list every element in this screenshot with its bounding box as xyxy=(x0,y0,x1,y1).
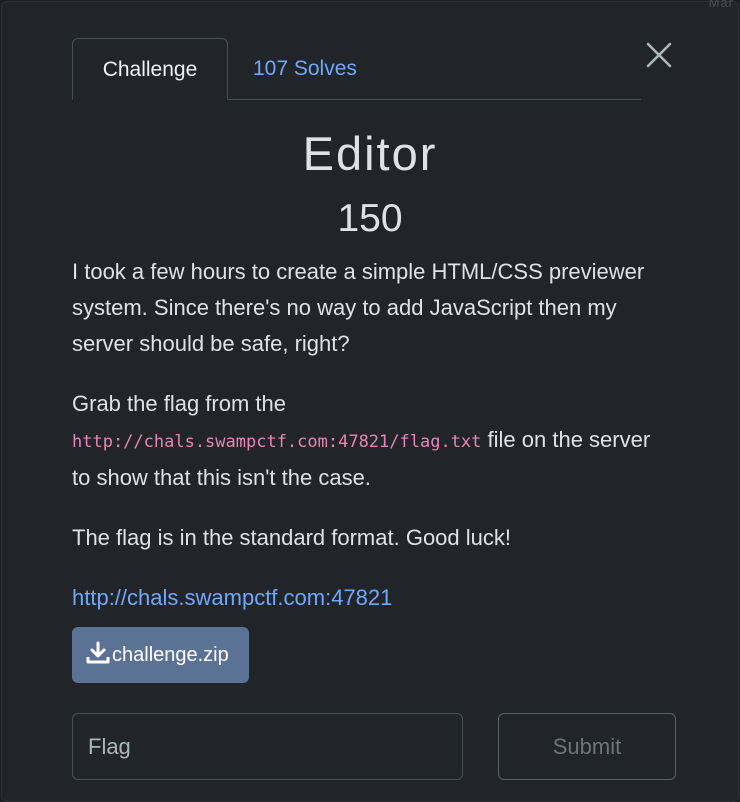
challenge-description: I took a few hours to create a simple HT… xyxy=(72,254,672,640)
challenge-points: 150 xyxy=(337,197,403,240)
download-icon xyxy=(86,641,110,664)
description-paragraph-format: The flag is in the standard format. Good… xyxy=(72,525,512,550)
description-link-paragraph: http://chals.swampctf.com:47821 xyxy=(72,580,672,616)
challenge-link[interactable]: http://chals.swampctf.com:47821 xyxy=(72,585,392,610)
description-paragraph-flag: Grab the flag from the http://chals.swam… xyxy=(72,386,672,496)
description-text: Grab the flag from the xyxy=(72,391,286,416)
download-file-button[interactable]: challenge.zip xyxy=(72,627,249,683)
flag-input[interactable] xyxy=(72,713,463,780)
challenge-title: Editor xyxy=(302,127,438,180)
description-paragraph: I took a few hours to create a simple HT… xyxy=(72,259,645,356)
challenge-tabs: Challenge 107 Solves xyxy=(72,38,641,100)
flag-url-code: http://chals.swampctf.com:47821/flag.txt xyxy=(72,432,482,452)
tab-solves[interactable]: 107 Solves xyxy=(229,38,381,100)
close-icon xyxy=(646,42,672,68)
background-text: Mar xyxy=(708,0,734,10)
tab-challenge[interactable]: Challenge xyxy=(72,38,228,100)
close-button[interactable] xyxy=(642,38,676,72)
submit-button[interactable]: Submit xyxy=(498,713,676,780)
download-file-label: challenge.zip xyxy=(112,644,229,666)
